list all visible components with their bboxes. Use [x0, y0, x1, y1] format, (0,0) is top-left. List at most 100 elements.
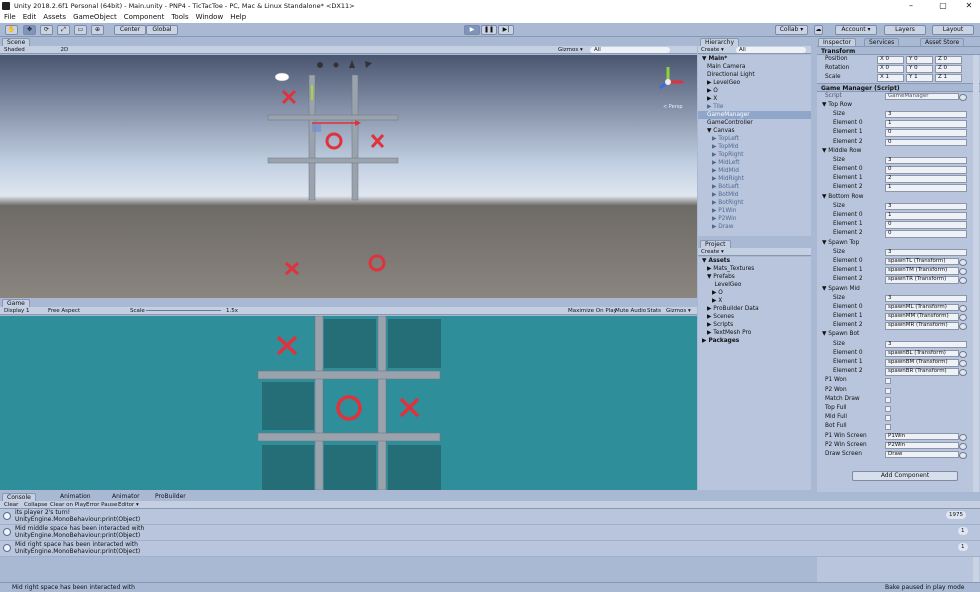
layers-dropdown[interactable]: Layers	[884, 25, 926, 35]
menu-file[interactable]: File	[4, 13, 16, 21]
cloud-icon[interactable]: ☁	[814, 25, 823, 35]
tab-game[interactable]: Game	[2, 299, 30, 307]
project-item[interactable]: ▶ TextMesh Pro	[698, 329, 811, 337]
console-entry[interactable]: Mid right space has been interacted with…	[0, 541, 980, 557]
field-checkbox[interactable]	[885, 378, 891, 385]
tab-project[interactable]: Project	[700, 240, 731, 248]
array-header[interactable]: ▼ Bottom Row	[817, 193, 980, 202]
2d-toggle[interactable]: 2D	[60, 47, 68, 53]
field-checkbox[interactable]	[885, 415, 891, 422]
hierarchy-item[interactable]: ▶ BotRight	[698, 199, 811, 207]
display-dropdown[interactable]: Display 1	[4, 307, 30, 315]
hierarchy-item[interactable]: ▶ O	[698, 87, 811, 95]
field-value[interactable]: 1	[885, 184, 967, 192]
menu-gameobject[interactable]: GameObject	[73, 13, 117, 21]
array-header[interactable]: ▼ Top Row	[817, 101, 980, 110]
field-value[interactable]: P2Win	[885, 441, 967, 450]
array-header[interactable]: ▼ Middle Row	[817, 147, 980, 156]
hierarchy-item[interactable]: GameManager	[698, 111, 811, 119]
aspect-dropdown[interactable]: Free Aspect	[48, 307, 80, 315]
scene-gizmos-dropdown[interactable]: Gizmos ▾	[558, 46, 583, 54]
transform-value-field[interactable]: X 0	[877, 65, 904, 73]
menu-component[interactable]: Component	[124, 13, 165, 21]
tab-scene[interactable]: Scene	[2, 38, 31, 46]
game-manager-header[interactable]: Game Manager (Script)	[817, 82, 980, 92]
field-checkbox[interactable]	[885, 405, 891, 412]
project-item[interactable]: ▶ ProBuilder Data	[698, 305, 811, 313]
array-header[interactable]: ▼ Spawn Bot	[817, 330, 980, 339]
hierarchy-search-input[interactable]: All	[736, 47, 806, 53]
tab-services[interactable]: Services	[864, 38, 900, 46]
hierarchy-item[interactable]: ▼ Canvas	[698, 127, 811, 135]
hierarchy-item[interactable]: ▶ TopLeft	[698, 135, 811, 143]
array-header[interactable]: ▼ Spawn Mid	[817, 285, 980, 294]
field-value[interactable]: 3	[885, 248, 967, 257]
hierarchy-item[interactable]: ▶ P2Win	[698, 215, 811, 223]
project-item[interactable]: LevelGeo	[698, 281, 811, 289]
layout-dropdown[interactable]: Layout	[932, 25, 974, 35]
minimize-button[interactable]: –	[900, 0, 922, 12]
menu-help[interactable]: Help	[230, 13, 246, 21]
field-value[interactable]: spawnTM (Transform)	[885, 267, 967, 275]
menu-window[interactable]: Window	[196, 13, 224, 21]
project-item[interactable]: ▶ Scenes	[698, 313, 811, 321]
hierarchy-item[interactable]: ▶ TopMid	[698, 143, 811, 151]
mute-audio-toggle[interactable]: Mute Audio	[615, 307, 646, 315]
field-checkbox[interactable]	[885, 387, 891, 394]
shading-mode-dropdown[interactable]: Shaded	[4, 47, 25, 53]
field-value[interactable]: 0	[885, 129, 967, 137]
hierarchy-item[interactable]: ▶ P1Win	[698, 207, 811, 215]
array-header[interactable]: ▼ Spawn Top	[817, 239, 980, 248]
field-value[interactable]: spawnML (Transform)	[885, 303, 967, 312]
maximize-button[interactable]: ▢	[932, 0, 954, 12]
hierarchy-item[interactable]: GameController	[698, 119, 811, 127]
hierarchy-item[interactable]: ▶ LevelGeo	[698, 79, 811, 87]
tab-console[interactable]: Console	[2, 493, 36, 501]
project-item[interactable]: ▶ Scripts	[698, 321, 811, 329]
game-gizmos-dropdown[interactable]: Gizmos ▾	[666, 307, 691, 315]
field-value[interactable]: 3	[885, 340, 967, 349]
pivot-center-toggle[interactable]: Center	[114, 25, 146, 35]
field-value[interactable]: P1Win	[885, 432, 967, 440]
field-value[interactable]: 0	[885, 138, 967, 146]
console-clear-on-play-toggle[interactable]: Clear on Play	[50, 501, 86, 509]
hand-tool-icon[interactable]: ✋	[5, 25, 18, 35]
hierarchy-item[interactable]: ▼ Main*	[698, 55, 811, 63]
console-entry[interactable]: Mid middle space has been interacted wit…	[0, 525, 980, 541]
hierarchy-item[interactable]: Main Camera	[698, 63, 811, 71]
field-value[interactable]: 0	[885, 230, 967, 238]
project-item[interactable]: ▶ X	[698, 297, 811, 305]
transform-value-field[interactable]: Y 0	[906, 56, 933, 64]
field-checkbox[interactable]	[885, 424, 891, 431]
hierarchy-item[interactable]: ▶ X	[698, 95, 811, 103]
hierarchy-item[interactable]: ▶ Draw	[698, 223, 811, 231]
hierarchy-create-dropdown[interactable]: Create ▾	[701, 47, 724, 53]
field-value[interactable]: spawnBR (Transform)	[885, 368, 967, 376]
field-value[interactable]: 0	[885, 166, 967, 174]
menu-assets[interactable]: Assets	[43, 13, 66, 21]
tab-hierarchy[interactable]: Hierarchy	[700, 38, 740, 46]
project-item[interactable]: ▶ O	[698, 289, 811, 297]
hierarchy-item[interactable]: Directional Light	[698, 71, 811, 79]
field-value[interactable]: spawnBL (Transform)	[885, 349, 967, 358]
stats-toggle[interactable]: Stats	[647, 307, 661, 315]
field-value[interactable]: 0	[885, 221, 967, 229]
play-button[interactable]: ▶	[464, 25, 480, 35]
field-value[interactable]: Draw	[885, 450, 967, 459]
script-value[interactable]: GameManager	[885, 92, 967, 101]
project-item[interactable]: ▶ Packages	[698, 337, 811, 345]
transform-header[interactable]: Transform	[817, 46, 980, 55]
field-value[interactable]: 1	[885, 120, 967, 128]
tab-animator[interactable]: Animator	[112, 493, 140, 500]
transform-value-field[interactable]: Z 0	[935, 65, 962, 73]
field-value[interactable]: spawnBM (Transform)	[885, 359, 967, 367]
field-value[interactable]: spawnTL (Transform)	[885, 257, 967, 266]
pause-button[interactable]: ❚❚	[481, 25, 497, 35]
add-component-button[interactable]: Add Component	[852, 471, 958, 481]
hierarchy-item[interactable]: ▶ MidLeft	[698, 159, 811, 167]
field-value[interactable]: 3	[885, 202, 967, 211]
scale-slider[interactable]	[146, 310, 221, 311]
project-item[interactable]: ▼ Prefabs	[698, 273, 811, 281]
hierarchy-item[interactable]: ▶ Tile	[698, 103, 811, 111]
field-value[interactable]: spawnTR (Transform)	[885, 276, 967, 284]
